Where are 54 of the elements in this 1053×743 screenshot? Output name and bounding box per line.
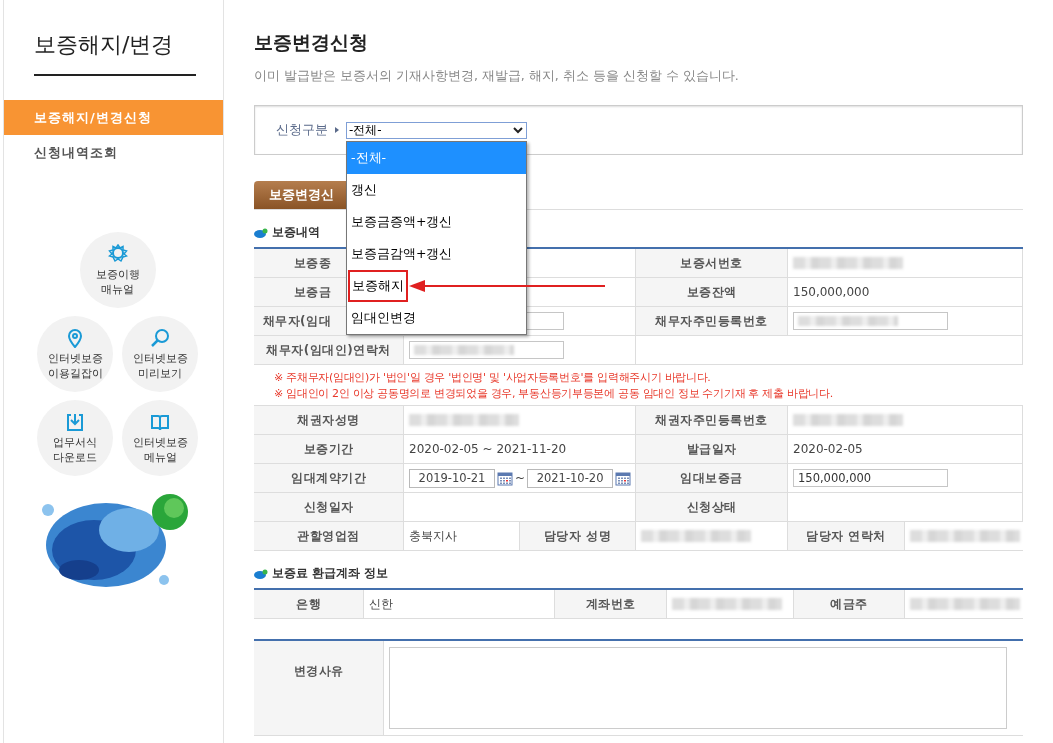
table-header-cell: 계좌번호	[555, 590, 667, 619]
table-header-cell: 보증서번호	[636, 249, 788, 278]
date-field[interactable]: 2021-10-20	[527, 468, 614, 488]
shortcut-button[interactable]: 인터넷보증 미리보기	[122, 316, 198, 392]
table-header-cell: 담당자 성명	[520, 522, 636, 551]
shortcut-button[interactable]: 보증이행 매뉴얼	[79, 232, 156, 308]
page-title: 보증변경신청	[254, 30, 369, 55]
table-header-cell: 보증잔액	[636, 278, 788, 307]
section-title: 보증내역	[272, 224, 320, 241]
section-title: 보증료 환급계좌 정보	[272, 565, 389, 582]
table-header-cell: 임대계약기간	[254, 464, 404, 493]
table-header-cell: 예금주	[794, 590, 905, 619]
date-field[interactable]: 2019-10-21	[409, 468, 495, 488]
search-icon	[150, 328, 170, 349]
input-field[interactable]	[793, 312, 948, 330]
section-bullet-icon	[254, 227, 268, 238]
shortcut-button[interactable]: 인터넷보증 메뉴얼	[122, 400, 198, 476]
sidebar-menu-item[interactable]: 신청내역조회	[4, 135, 223, 170]
input-field[interactable]	[409, 341, 564, 359]
shortcut-button[interactable]: 업무서식 다운로드	[37, 400, 113, 476]
input-field[interactable]: 150,000,000	[793, 469, 948, 487]
sidebar-title: 보증해지/변경	[34, 30, 196, 76]
notice-text: ※ 임대인이 2인 이상 공동명의로 변경되었을 경우, 부동산등기부등본에 공동 임대인 정보 수기기재 후 제출 바랍니다.	[274, 386, 833, 401]
table-header-cell: 담당자 연락처	[788, 522, 905, 551]
range-separator: ~	[515, 471, 526, 485]
pointer-icon	[335, 127, 339, 133]
book-icon	[150, 412, 170, 433]
table-header-cell: 채권자주민등록번호	[636, 406, 788, 435]
location-pin-icon	[65, 328, 85, 349]
table-header-cell: 채권자성명	[254, 406, 404, 435]
table-header-cell: 변경사유	[254, 641, 384, 736]
table-header-cell: 신청일자	[254, 493, 404, 522]
table-header-cell: 채무자주민등록번호	[636, 307, 788, 336]
calendar-icon[interactable]	[497, 470, 513, 486]
table-header-cell: 임대보증금	[636, 464, 788, 493]
gear-icon	[107, 244, 128, 265]
notice-text: ※ 주채무자(임대인)가 '법인'일 경우 '법인명' 및 '사업자등록번호'를 입력해주시기 바랍니다.	[274, 370, 711, 385]
dropdown-option[interactable]: 보증해지	[348, 269, 408, 302]
table-header-cell: 발급일자	[636, 435, 788, 464]
chevron-down-icon	[513, 126, 523, 134]
page-description: 이미 발급받은 보증서의 기재사항변경, 재발급, 해지, 취소 등을 신청할 수 있습니다.	[254, 68, 740, 85]
reason-text-area[interactable]	[389, 647, 1007, 729]
download-icon	[65, 412, 85, 433]
section-bullet-icon	[254, 568, 268, 579]
table-header-cell: 신청상태	[636, 493, 788, 522]
filter-label: 신청구분	[276, 121, 328, 139]
table-header-cell: 관할영업점	[254, 522, 404, 551]
table-cell: 150,000,000	[788, 278, 1023, 307]
calendar-icon[interactable]	[615, 470, 632, 486]
table-header-cell: 보증기간	[254, 435, 404, 464]
table-header-cell: 은행	[254, 590, 364, 619]
table-cell: 2020-02-05	[788, 435, 1023, 464]
shortcut-button[interactable]: 인터넷보증 이용길잡이	[37, 316, 113, 392]
table-header-cell: 채무자(임대인)연락처	[254, 336, 404, 365]
